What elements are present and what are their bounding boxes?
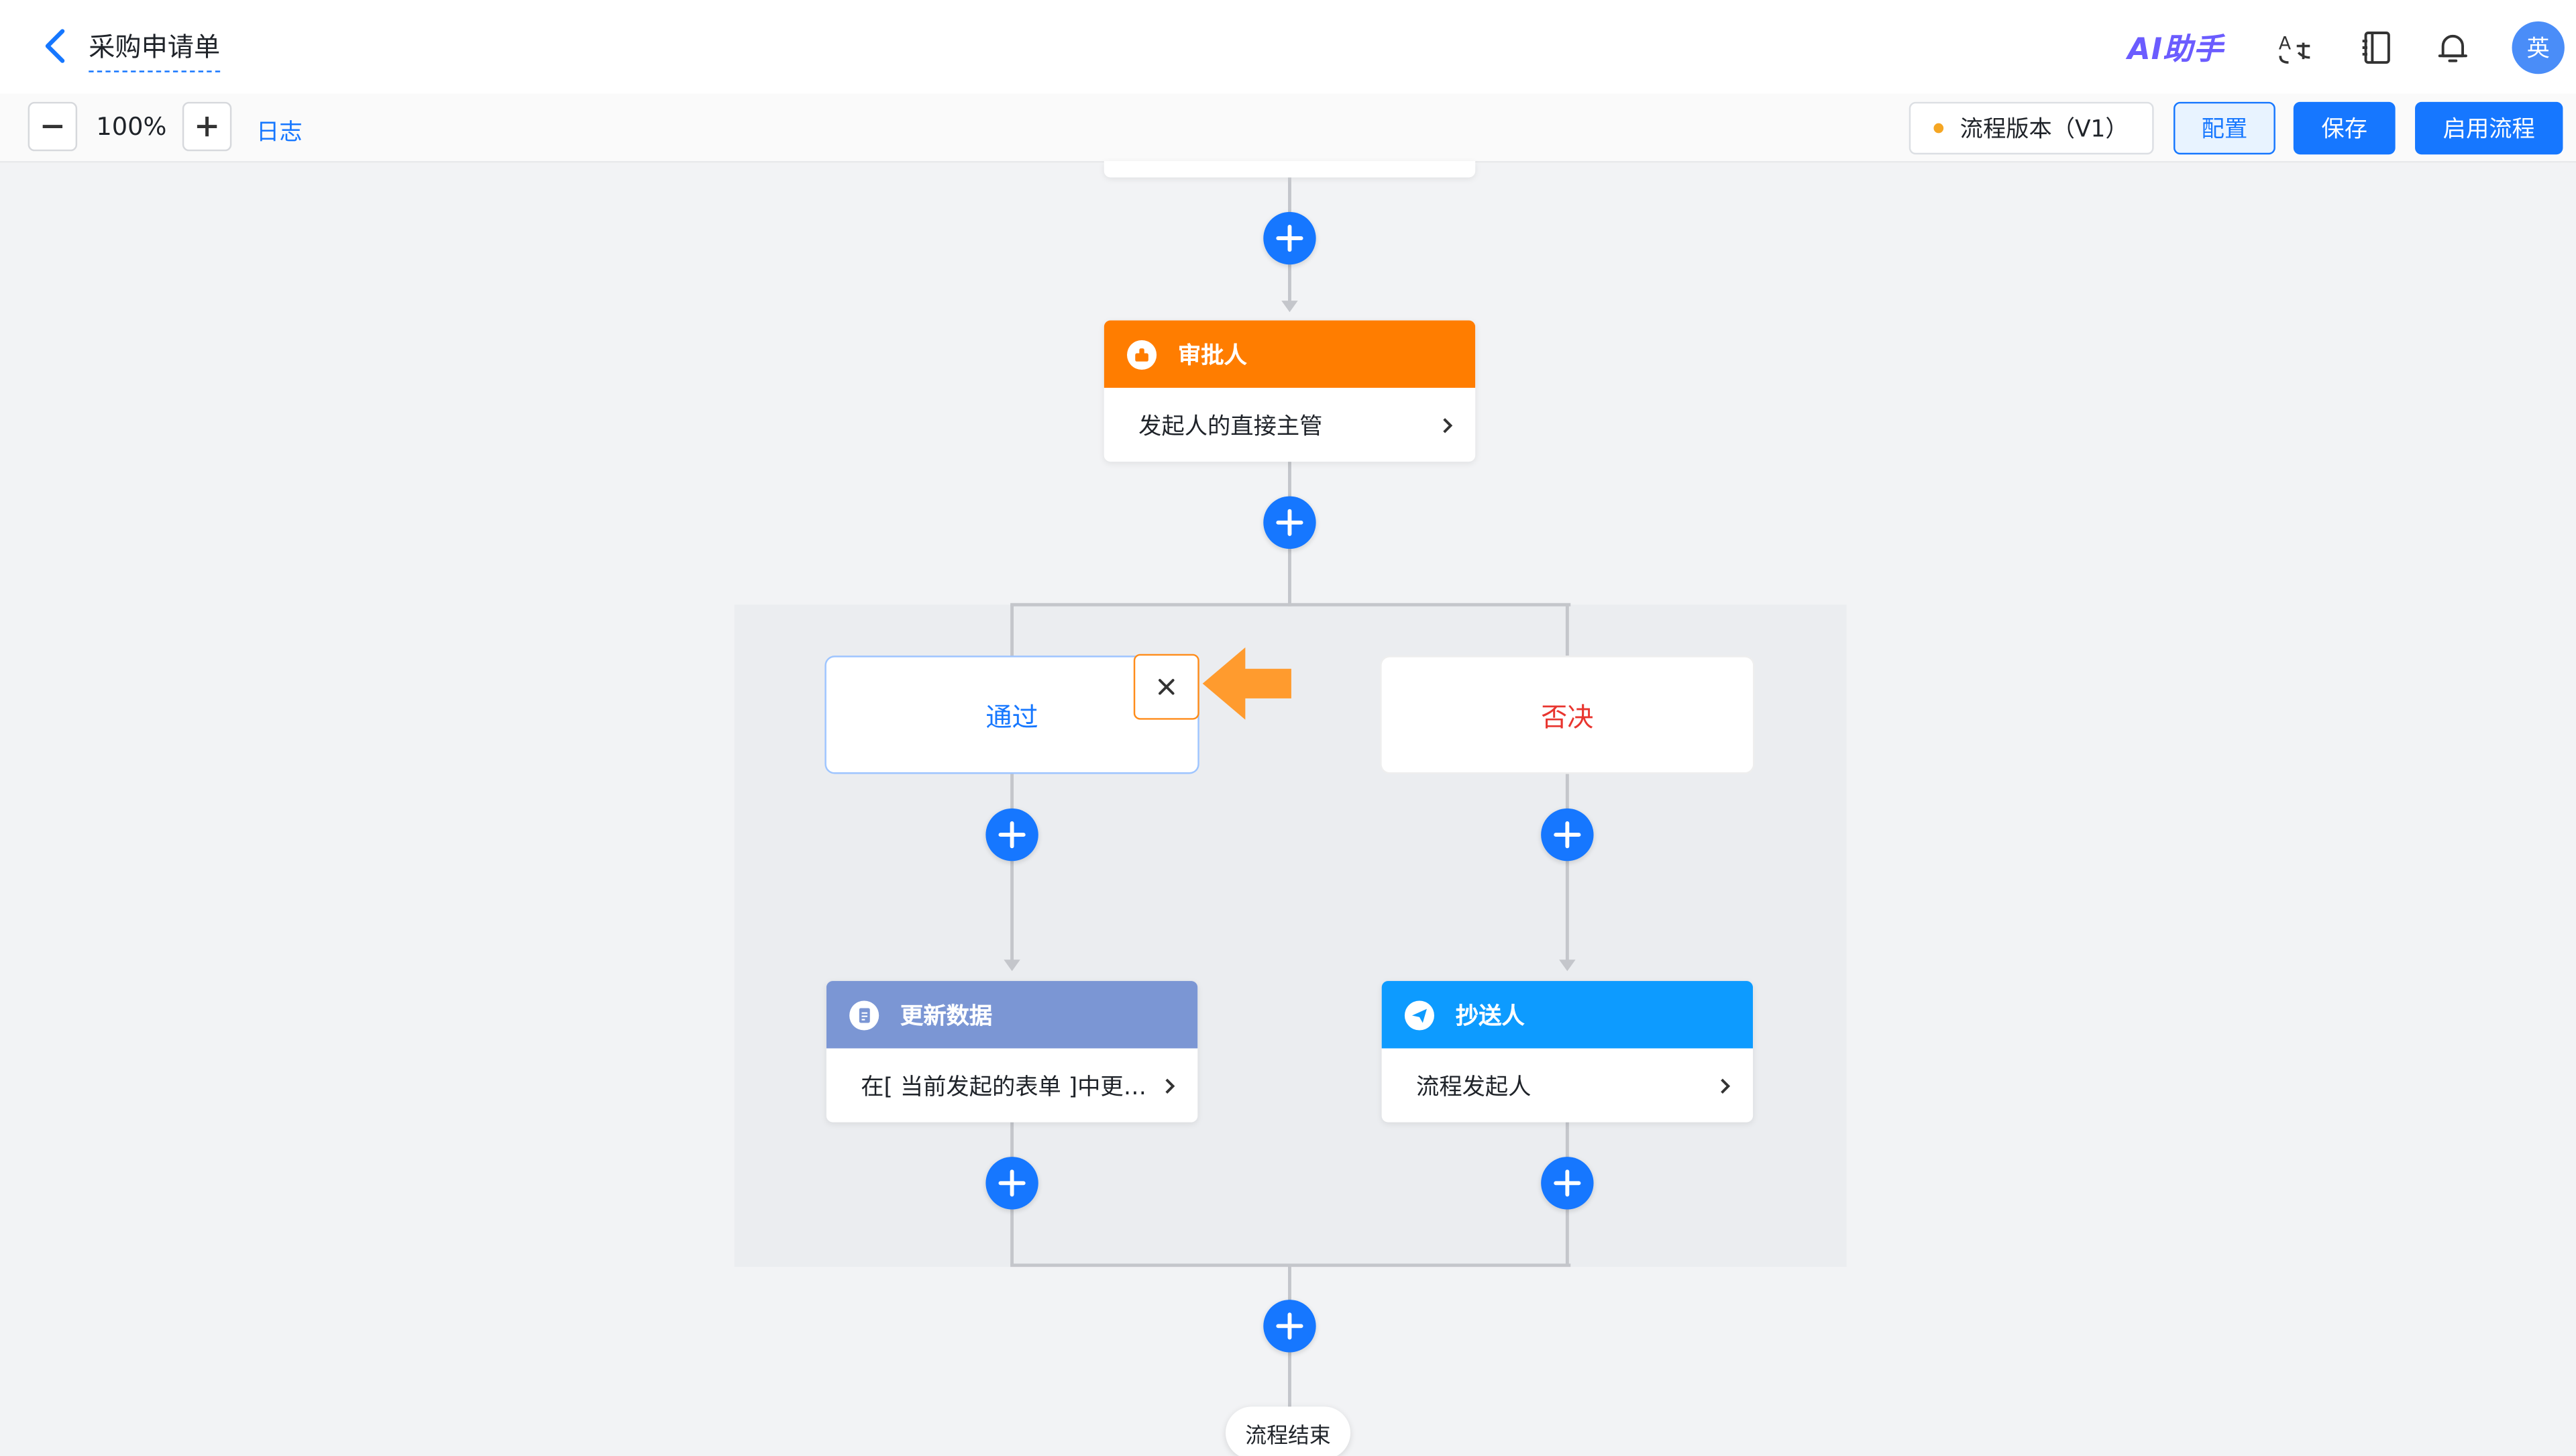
plus-icon: [1276, 509, 1303, 536]
connector-line: [1010, 605, 1014, 658]
bell-icon[interactable]: [2433, 28, 2473, 68]
connector-arrow: [1281, 301, 1298, 313]
user-avatar[interactable]: 英: [2512, 21, 2565, 74]
version-selector[interactable]: 流程版本（V1）: [1909, 101, 2154, 155]
add-node-button[interactable]: [985, 1157, 1038, 1210]
update-data-node-title: 更新数据: [900, 1003, 993, 1030]
close-icon: [1159, 678, 1175, 695]
version-status-dot: [1933, 123, 1944, 134]
version-label: 流程版本（V1）: [1960, 116, 2129, 144]
back-icon: [45, 29, 65, 63]
connector-arrow: [1559, 959, 1576, 972]
add-node-button[interactable]: [1541, 1157, 1594, 1210]
approver-node[interactable]: 审批人 发起人的直接主管: [1104, 320, 1476, 462]
save-button[interactable]: 保存: [2293, 101, 2396, 155]
chevron-right-icon: [1721, 1078, 1731, 1093]
update-data-node[interactable]: 更新数据 在[ 当前发起的表单 ]中更新数据: [826, 981, 1198, 1123]
add-node-button[interactable]: [1263, 211, 1316, 265]
cc-node[interactable]: 抄送人 流程发起人: [1381, 981, 1754, 1123]
minus-icon: [42, 125, 63, 129]
enable-flow-button[interactable]: 启用流程: [2415, 101, 2563, 155]
approver-node-header: 审批人: [1104, 320, 1476, 388]
cc-node-header: 抄送人: [1381, 981, 1754, 1049]
branch-top-line: [1010, 603, 1571, 607]
notebook-icon[interactable]: [2357, 28, 2397, 68]
config-button[interactable]: 配置: [2174, 101, 2275, 155]
translate-icon[interactable]: A: [2275, 28, 2315, 68]
update-data-node-header: 更新数据: [826, 981, 1198, 1049]
plus-icon: [197, 116, 217, 137]
approver-node-title: 审批人: [1177, 342, 1247, 369]
update-data-node-detail: 在[ 当前发起的表单 ]中更新数据: [861, 1074, 1153, 1100]
flow-end-node: 流程结束: [1225, 1406, 1351, 1456]
plus-icon: [1554, 1169, 1581, 1197]
document-icon: [849, 1000, 879, 1030]
add-node-button[interactable]: [1541, 808, 1594, 862]
update-data-node-body: 在[ 当前发起的表单 ]中更新数据: [826, 1048, 1197, 1122]
zoom-out-button[interactable]: [28, 101, 78, 152]
back-button[interactable]: [36, 23, 76, 69]
zoom-level: 100%: [96, 111, 167, 142]
plus-icon: [998, 821, 1026, 849]
delete-branch-button[interactable]: [1133, 654, 1199, 720]
cc-node-detail: 流程发起人: [1416, 1074, 1532, 1100]
add-node-button[interactable]: [1263, 496, 1316, 549]
stamp-icon: [1127, 339, 1157, 369]
previous-node-card[interactable]: [1104, 161, 1476, 178]
approver-node-detail: 发起人的直接主管: [1138, 413, 1323, 440]
plus-icon: [998, 1169, 1026, 1197]
zoom-in-button[interactable]: [182, 101, 232, 152]
approver-node-body: 发起人的直接主管: [1104, 388, 1475, 462]
add-node-button[interactable]: [985, 808, 1038, 862]
log-link[interactable]: 日志: [256, 115, 303, 148]
connector-line: [1010, 774, 1014, 964]
pointer-arrow-icon: [1202, 647, 1291, 720]
add-node-button[interactable]: [1263, 1300, 1316, 1353]
connector-arrow: [1004, 959, 1020, 972]
plus-icon: [1276, 1312, 1303, 1340]
chevron-right-icon: [1443, 417, 1453, 433]
connector-line: [1565, 774, 1569, 964]
cc-node-body: 流程发起人: [1382, 1048, 1753, 1122]
svg-text:A: A: [2279, 33, 2292, 54]
ai-helper-button[interactable]: AI助手: [2127, 26, 2224, 69]
condition-reject[interactable]: 否决: [1380, 656, 1755, 774]
plus-icon: [1276, 225, 1303, 252]
page-title[interactable]: 采购申请单: [89, 25, 221, 72]
connector-line: [1565, 605, 1569, 658]
send-icon: [1404, 1000, 1434, 1030]
cc-node-title: 抄送人: [1455, 1003, 1525, 1030]
chevron-right-icon: [1165, 1078, 1175, 1093]
plus-icon: [1554, 821, 1581, 849]
